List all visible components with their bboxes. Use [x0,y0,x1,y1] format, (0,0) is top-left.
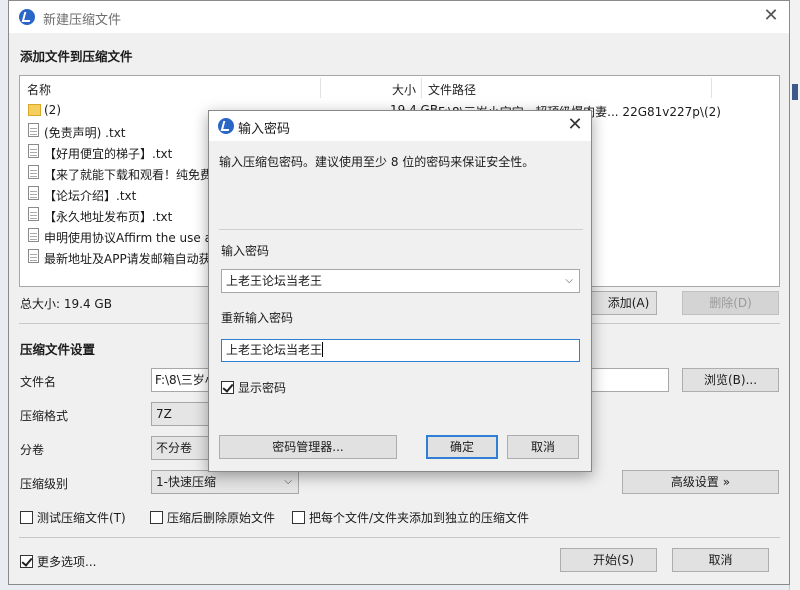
password-manager-button[interactable]: 密码管理器... [219,435,397,459]
text-file-icon [28,207,39,221]
column-separator [711,78,712,98]
dialog-title: 输入密码 [238,122,291,137]
checkbox-label: 更多选项... [37,555,97,569]
text-caret [322,342,324,357]
list-item-name: 最新地址及APP请发邮箱自动获 [44,252,211,266]
password-input[interactable]: 上老王论坛当老王 ⌵ [221,269,580,293]
confirm-password-label: 重新输入密码 [221,311,294,325]
close-icon[interactable]: ✕ [563,114,587,138]
show-password-checkbox[interactable]: 显示密码 [221,379,286,396]
dialog-description: 输入压缩包密码。建议使用至少 8 位的密码来保证安全性。 [219,155,535,169]
list-item-name: 申明使用协议Affirm the use a [44,231,212,245]
start-button[interactable]: 开始(S) [560,548,657,572]
column-path-header[interactable]: 文件路径 [428,81,476,98]
window-title: 新建压缩文件 [43,13,122,28]
list-item-name: 【好用便宜的梯子】.txt [44,147,173,161]
checkbox-box [20,511,33,524]
test-archive-checkbox[interactable]: 测试压缩文件(T) [20,509,126,526]
checkbox-checked-icon [221,381,234,394]
format-value: 7Z [156,407,172,421]
list-item-name: (免责声明) .txt [44,126,126,140]
file-list-header: 名称 大小 文件路径 [20,76,779,100]
level-select[interactable]: 1-快速压缩 ⌵ [151,470,299,494]
text-file-icon [28,228,39,242]
list-item-name: 【来了就能下载和观看！纯免费 [44,168,213,182]
cancel-button[interactable]: 取消 [672,548,769,572]
chevron-down-icon[interactable]: ⌵ [565,270,573,292]
checkbox-label: 测试压缩文件(T) [37,511,126,525]
level-label: 压缩级别 [20,477,69,491]
app-logo-icon [218,118,234,134]
checkbox-box [150,511,163,524]
add-button-label: 添加(A) [607,296,650,310]
password-dialog: 输入密码 ✕ 输入压缩包密码。建议使用至少 8 位的密码来保证安全性。 输入密码… [208,110,592,472]
dialog-cancel-button[interactable]: 取消 [507,435,579,459]
background-window-edge [789,0,800,590]
total-size: 总大小: 19.4 GB [20,297,112,311]
list-item-name: 【论坛介绍】.txt [44,189,137,203]
text-file-icon [28,123,39,137]
close-icon[interactable]: ✕ [759,5,783,29]
settings-section-title: 压缩文件设置 [20,342,96,357]
start-button-label: 开始(S) [593,553,634,567]
checkbox-label: 把每个文件/文件夹添加到独立的压缩文件 [309,511,530,525]
column-size-header[interactable]: 大小 [392,81,416,98]
text-file-icon [28,186,39,200]
delete-after-checkbox[interactable]: 压缩后删除原始文件 [150,509,275,526]
password-label: 输入密码 [221,244,270,258]
checkbox-box [292,511,305,524]
confirm-password-value: 上老王论坛当老王 [226,343,323,357]
checkbox-label: 压缩后删除原始文件 [167,511,276,525]
checkbox-label: 显示密码 [238,381,287,395]
split-value: 不分卷 [156,441,193,455]
text-file-icon [28,249,39,263]
divider [19,537,780,538]
more-options-checkbox[interactable]: 更多选项... [20,553,96,570]
column-separator [320,78,321,98]
column-name-header[interactable]: 名称 [27,81,51,98]
column-separator [421,78,422,98]
text-file-icon [28,165,39,179]
chevron-down-icon: ⌵ [284,476,292,487]
confirm-password-input[interactable]: 上老王论坛当老王 [221,339,580,362]
delete-button[interactable]: 删除(D) [682,291,779,315]
advanced-settings-button[interactable]: 高级设置 » [622,470,779,494]
separate-archives-checkbox[interactable]: 把每个文件/文件夹添加到独立的压缩文件 [292,509,529,526]
add-files-section-title: 添加文件到压缩文件 [20,49,133,64]
list-item-name: (2) [44,103,61,117]
ok-button[interactable]: 确定 [426,435,498,459]
password-value: 上老王论坛当老王 [226,274,323,288]
split-label: 分卷 [20,443,45,457]
dialog-title-bar: 输入密码 ✕ [209,111,591,141]
format-label: 压缩格式 [20,409,69,423]
text-file-icon [28,144,39,158]
checkbox-checked-icon [20,555,33,568]
level-value: 1-快速压缩 [156,475,216,489]
browse-button[interactable]: 浏览(B)... [682,368,779,392]
divider [219,229,583,230]
filename-label: 文件名 [20,375,57,389]
folder-icon [28,104,41,116]
title-bar: 新建压缩文件 ✕ [9,1,789,33]
list-item-name: 【永久地址发布页】.txt [44,210,173,224]
app-logo-icon [19,9,35,25]
background-window-mark [792,84,798,100]
